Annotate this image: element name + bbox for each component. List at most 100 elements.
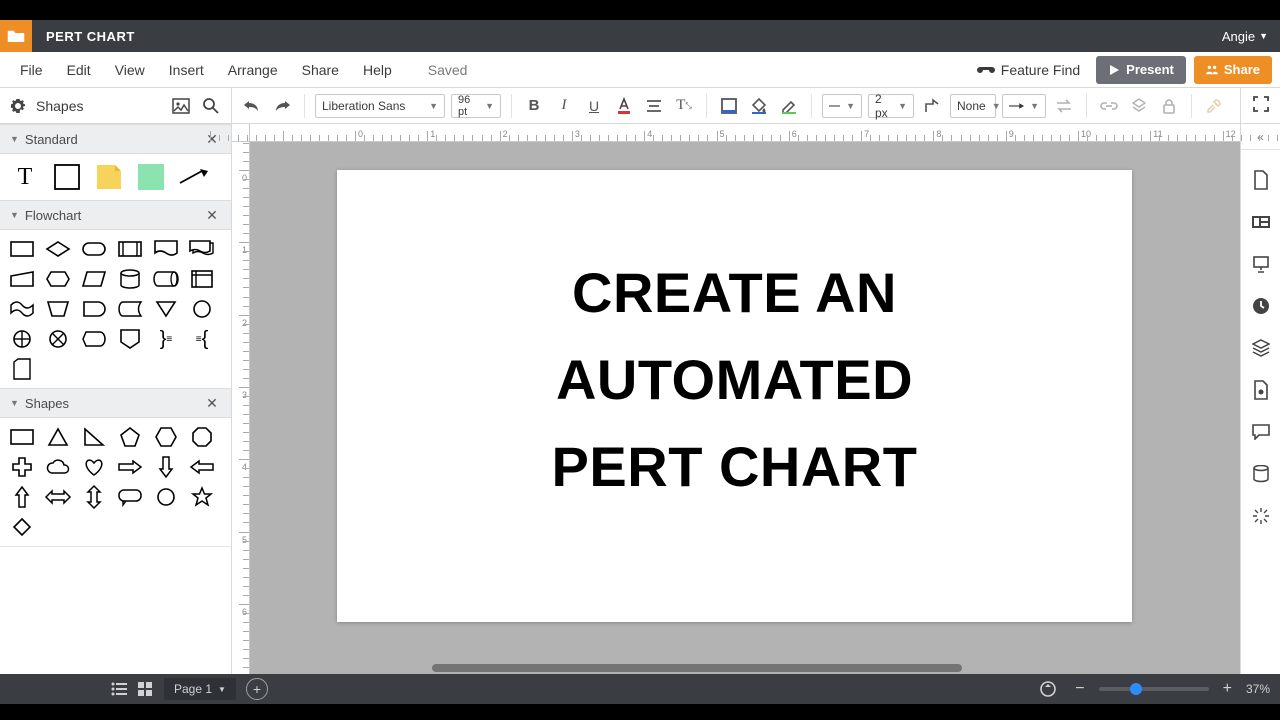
shape-block[interactable] [50,162,84,192]
italic-button[interactable]: I [552,94,576,118]
fc-display[interactable] [80,328,108,350]
layers-icon[interactable] [1249,336,1273,360]
redo-button[interactable] [270,94,294,118]
fc-sum[interactable] [44,328,72,350]
fc-preparation[interactable] [44,268,72,290]
font-size-select[interactable]: 96 pt▼ [451,94,501,118]
sh-circle[interactable] [152,486,180,508]
fc-card[interactable] [8,358,36,380]
sync-icon[interactable] [1035,676,1061,702]
image-icon[interactable] [171,96,191,116]
presentation-icon[interactable] [1249,252,1273,276]
collapse-dock-button[interactable]: « [1241,130,1280,150]
document-title[interactable]: PERT CHART [46,29,135,44]
menu-help[interactable]: Help [351,56,404,84]
gear-icon[interactable] [10,98,26,114]
share-button[interactable]: Share [1194,56,1272,84]
history-icon[interactable] [1249,294,1273,318]
menu-edit[interactable]: Edit [55,56,103,84]
line-end-select[interactable]: ▼ [1002,94,1046,118]
fc-merge[interactable] [152,298,180,320]
fc-predefined[interactable] [116,238,144,260]
bold-button[interactable]: B [522,94,546,118]
sh-diamond[interactable] [8,516,36,538]
sh-arrow-ud[interactable] [80,486,108,508]
align-button[interactable] [642,94,666,118]
canvas-text-block[interactable]: CREATE AN AUTOMATED PERT CHART [337,250,1132,510]
outline-view-button[interactable] [106,676,132,702]
zoom-slider[interactable] [1099,687,1209,691]
fc-document[interactable] [152,238,180,260]
feature-find-button[interactable]: Feature Find [969,58,1088,82]
sh-cross[interactable] [8,456,36,478]
fc-data[interactable] [80,268,108,290]
sh-star[interactable] [188,486,216,508]
zoom-out-button[interactable]: − [1071,680,1088,698]
magic-icon[interactable] [1249,504,1273,528]
menu-share[interactable]: Share [290,56,351,84]
grid-view-button[interactable] [132,676,158,702]
sh-arrow-lr[interactable] [44,486,72,508]
fc-stored-data[interactable] [116,298,144,320]
fc-multidoc[interactable] [188,238,216,260]
menu-arrange[interactable]: Arrange [216,56,290,84]
text-color-button[interactable] [612,94,636,118]
user-menu[interactable]: Angie ▼ [1222,29,1268,44]
page[interactable]: CREATE AN AUTOMATED PERT CHART [337,170,1132,622]
zoom-label[interactable]: 37% [1246,682,1270,696]
doc-page-icon[interactable] [1249,168,1273,192]
fill-color-button[interactable] [747,94,771,118]
sh-pentagon[interactable] [116,426,144,448]
fc-connector[interactable] [188,298,216,320]
sh-arrow-left[interactable] [188,456,216,478]
sh-hexagon[interactable] [152,426,180,448]
menu-view[interactable]: View [103,56,157,84]
data-icon[interactable] [1249,462,1273,486]
search-icon[interactable] [201,96,221,116]
sh-heart[interactable] [80,456,108,478]
sh-triangle[interactable] [44,426,72,448]
undo-button[interactable] [240,94,264,118]
panel-standard-header[interactable]: ▼ Standard ✕ [0,124,231,154]
highlighter-button[interactable] [777,94,801,118]
close-icon[interactable]: ✕ [203,130,221,148]
sh-right-tri[interactable] [80,426,108,448]
fullscreen-button[interactable] [1253,96,1269,115]
line-width-select[interactable]: 2 px▼ [868,94,914,118]
text-format-button[interactable]: T⤡ [672,94,696,118]
fc-or[interactable] [8,328,36,350]
sh-octagon[interactable] [188,426,216,448]
shape-note[interactable] [92,162,126,192]
shape-text[interactable]: T [8,162,42,192]
sh-arrow-up[interactable] [8,486,36,508]
layers-lock-button[interactable] [1127,94,1151,118]
border-color-button[interactable] [717,94,741,118]
fc-terminator[interactable] [80,238,108,260]
fc-brace-left[interactable]: ≡{ [188,328,216,350]
fc-delay[interactable] [80,298,108,320]
menu-insert[interactable]: Insert [157,56,216,84]
horizontal-scrollbar[interactable] [432,664,962,672]
page-selector[interactable]: Page 1 ▼ [164,678,236,700]
underline-button[interactable]: U [582,94,606,118]
fc-paper-tape[interactable] [8,298,36,320]
fc-direct-data[interactable] [152,268,180,290]
lock-button[interactable] [1157,94,1181,118]
sh-arrow-down[interactable] [152,456,180,478]
line-start-select[interactable]: None▼ [950,94,996,118]
fc-manual-op[interactable] [44,298,72,320]
menu-file[interactable]: File [8,56,55,84]
fc-internal-storage[interactable] [188,268,216,290]
swap-ends-button[interactable] [1052,94,1076,118]
fc-process[interactable] [8,238,36,260]
comment-icon[interactable] [1249,420,1273,444]
zoom-in-button[interactable]: + [1219,680,1236,698]
tools-button[interactable] [1202,94,1226,118]
sh-callout[interactable] [116,486,144,508]
present-button[interactable]: Present [1096,56,1186,84]
logo-folder-icon[interactable] [0,20,32,52]
fc-manual-input[interactable] [8,268,36,290]
canvas[interactable]: 01234567891011121314 0123456789 CREATE A… [232,124,1240,674]
add-page-button[interactable]: + [246,678,268,700]
sh-rect[interactable] [8,426,36,448]
